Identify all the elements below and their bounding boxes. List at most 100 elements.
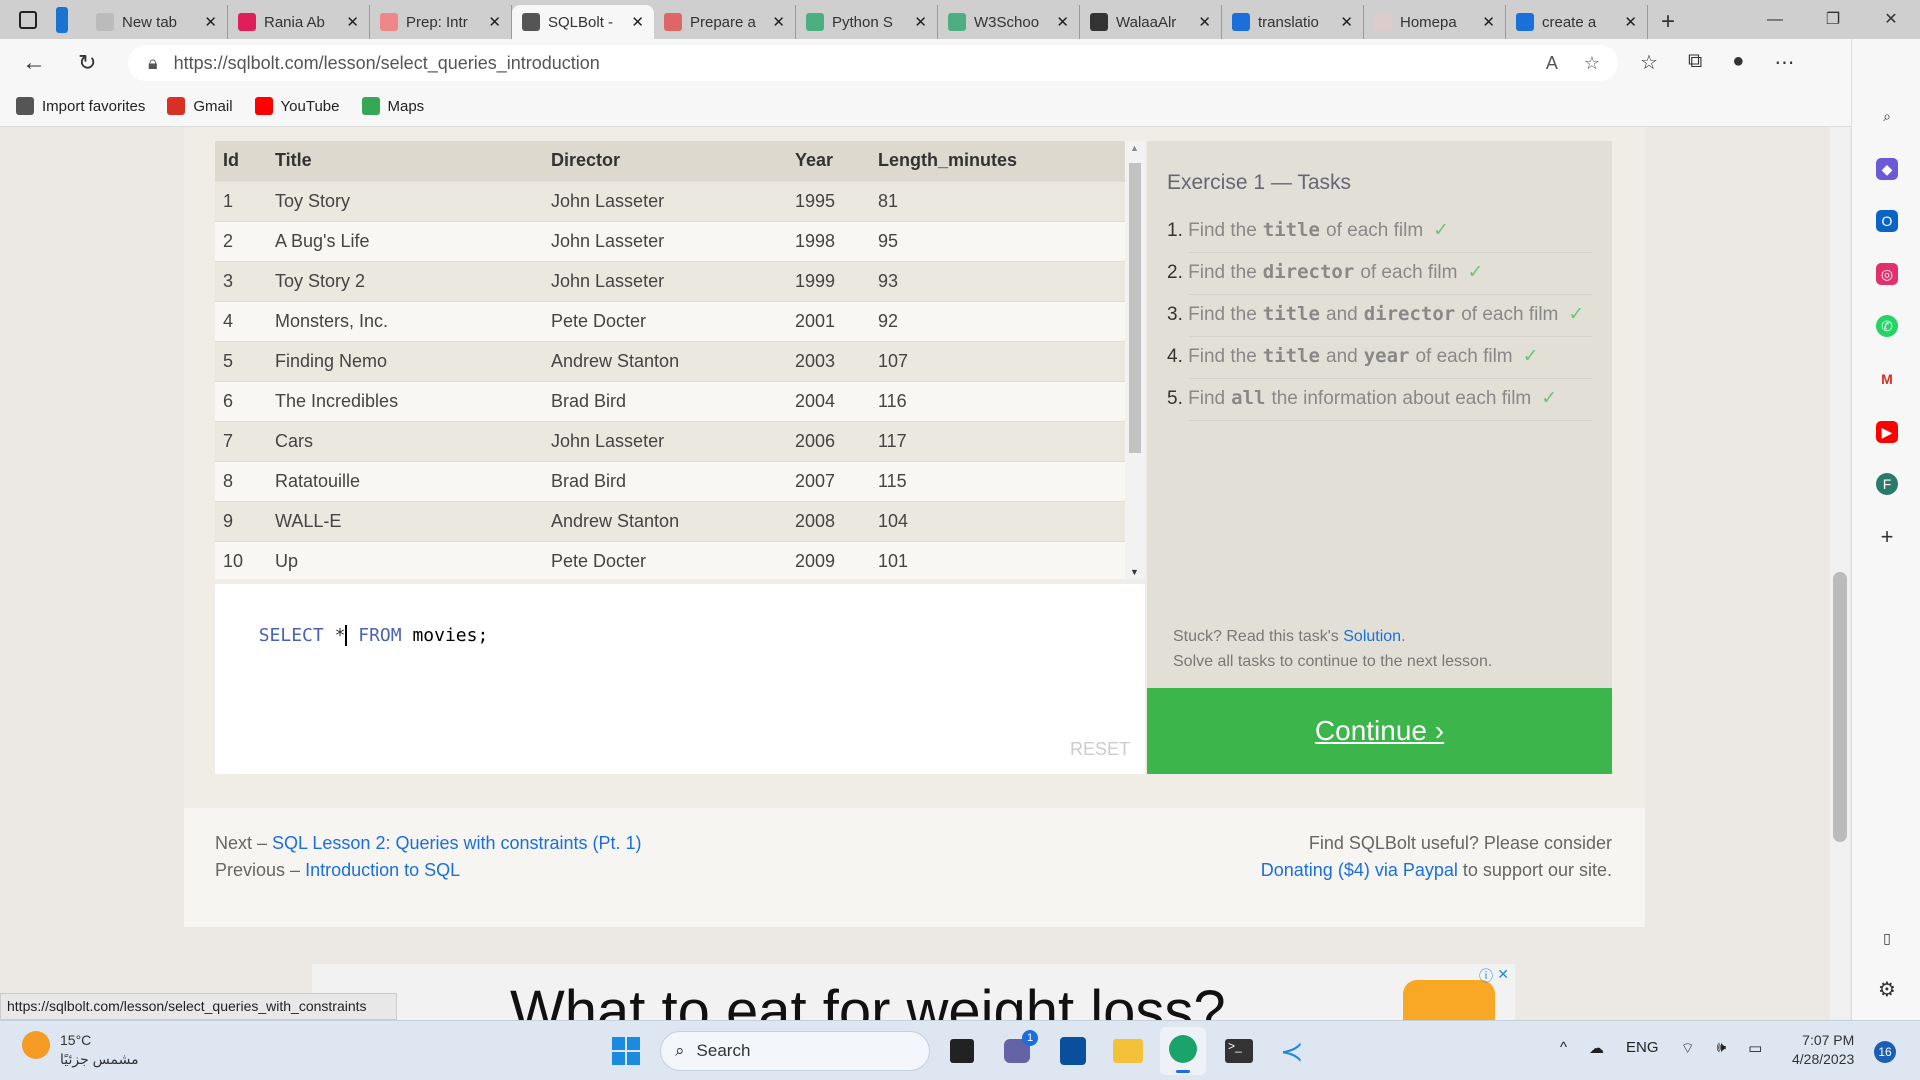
tab[interactable]: SQLBolt - ✕ (512, 5, 654, 39)
tab[interactable]: create a ✕ (1506, 5, 1648, 39)
page-scrollbar[interactable] (1830, 127, 1850, 1020)
onedrive-icon[interactable]: ☁ (1589, 1039, 1604, 1058)
address-bar[interactable]: 🔒︎ https://sqlbolt.com/lesson/select_que… (128, 45, 1618, 81)
favorite-maps[interactable]: Maps (361, 97, 424, 115)
date: 4/28/2023 (1792, 1051, 1855, 1067)
donate-link[interactable]: Donating ($4) via Paypal (1261, 860, 1458, 880)
language-indicator[interactable]: ENG (1626, 1039, 1659, 1058)
sql-editor[interactable]: SELECT * FROM movies; RESET (215, 584, 1145, 774)
battery-icon[interactable]: ▭ (1748, 1039, 1762, 1058)
close-tab-icon[interactable]: ✕ (204, 13, 217, 31)
temperature: 15°C (60, 1032, 92, 1048)
continue-button[interactable]: Continue › (1147, 688, 1612, 774)
weather-widget[interactable]: 15°C مشمس جزئيًا (22, 1031, 139, 1069)
notification-badge[interactable]: 16 (1874, 1041, 1896, 1063)
instagram-icon[interactable]: ◎ (1876, 263, 1898, 285)
tab[interactable]: translatio ✕ (1222, 5, 1364, 39)
volume-icon[interactable]: 🕪︎ (1717, 1039, 1726, 1058)
tab[interactable]: New tab ✕ (86, 5, 228, 39)
task-text: of each film (1326, 220, 1424, 241)
ad-close-icon[interactable]: ✕ (1497, 966, 1509, 983)
collections-icon[interactable]: ⧉ (1688, 50, 1702, 75)
search-icon[interactable]: ⌕ (1876, 105, 1898, 127)
tab-actions-icon[interactable] (0, 0, 56, 39)
taskbar-search[interactable]: ⌕ Search (660, 1031, 930, 1071)
close-tab-icon[interactable]: ✕ (1624, 13, 1637, 31)
gmail-icon[interactable]: M (1876, 368, 1898, 390)
tasks-title: Exercise 1 — Tasks (1167, 171, 1352, 194)
minimize-button[interactable]: — (1746, 0, 1804, 39)
checkmark-icon: ✓ (1433, 220, 1450, 241)
table-cell: Andrew Stanton (543, 500, 787, 541)
next-lesson-link[interactable]: SQL Lesson 2: Queries with constraints (… (272, 833, 642, 853)
clock[interactable]: 7:07 PM 4/28/2023 (1792, 1031, 1854, 1069)
refresh-icon[interactable]: ↻ (78, 50, 96, 76)
close-tab-icon[interactable]: ✕ (488, 13, 501, 31)
file-explorer-icon[interactable] (1113, 1039, 1143, 1063)
keyword-select: SELECT (258, 625, 324, 646)
maps-icon (361, 97, 380, 115)
table-row: 5 Finding Nemo Andrew Stanton 2003 107 (215, 340, 1125, 381)
outlook-icon[interactable]: O (1876, 210, 1898, 232)
store-icon[interactable] (1060, 1037, 1086, 1065)
close-tab-icon[interactable]: ✕ (772, 13, 785, 31)
terminal-icon[interactable]: >_ (1225, 1039, 1253, 1063)
teams-icon[interactable]: 1 (1004, 1030, 1038, 1063)
start-button[interactable] (612, 1037, 640, 1065)
close-tab-icon[interactable]: ✕ (1198, 13, 1211, 31)
close-tab-icon[interactable]: ✕ (914, 13, 927, 31)
task-text: of each film (1360, 262, 1458, 283)
back-icon[interactable]: ← (22, 49, 46, 77)
restore-button[interactable]: ❐ (1804, 0, 1862, 39)
favorites-icon[interactable]: ☆ (1640, 50, 1658, 75)
f-app-icon[interactable]: F (1876, 473, 1898, 495)
tab[interactable]: Python S ✕ (796, 5, 938, 39)
tab[interactable]: W3Schoo ✕ (938, 5, 1080, 39)
favorite-import-favorites[interactable]: Import favorites (16, 97, 145, 115)
vscode-icon[interactable]: ≺ (1280, 1035, 1303, 1068)
workspaces-icon[interactable] (56, 0, 86, 39)
tab[interactable]: Homepa ✕ (1364, 5, 1506, 39)
favorite-gmail[interactable]: Gmail (167, 97, 233, 115)
copilot-icon[interactable]: ◆ (1876, 158, 1898, 180)
youtube-icon[interactable]: ▶ (1876, 421, 1898, 443)
tab[interactable]: WalaaAlr ✕ (1080, 5, 1222, 39)
close-tab-icon[interactable]: ✕ (1482, 13, 1495, 31)
close-tab-icon[interactable]: ✕ (1340, 13, 1353, 31)
task-text: Find the (1188, 304, 1257, 325)
close-tab-icon[interactable]: ✕ (631, 13, 644, 31)
advertisement[interactable]: What to eat for weight loss? ⓘ ✕ (312, 964, 1515, 1020)
task-number: 4. (1167, 346, 1183, 367)
tab[interactable]: Prepare a ✕ (654, 5, 796, 39)
ad-info-icon[interactable]: ⓘ (1479, 966, 1493, 986)
reset-button[interactable]: RESET (1070, 739, 1130, 760)
add-favorite-icon[interactable]: ☆ (1584, 53, 1600, 74)
new-tab-button[interactable]: + (1648, 5, 1688, 39)
settings-icon[interactable]: ⚙ (1876, 979, 1898, 1001)
tab[interactable]: Prep: Intr ✕ (370, 5, 512, 39)
sidebar-toggle-icon[interactable]: ▯ (1876, 927, 1898, 949)
read-aloud-icon[interactable]: A (1546, 53, 1558, 74)
more-icon[interactable]: ⋯ (1774, 50, 1794, 75)
results-scrollbar[interactable]: ▲ ▼ (1125, 141, 1145, 579)
show-hidden-icons[interactable]: ^ (1560, 1039, 1567, 1058)
close-tab-icon[interactable]: ✕ (1056, 13, 1069, 31)
table-cell: Cars (267, 420, 543, 461)
star: * (334, 625, 348, 646)
table-cell: Pete Docter (543, 540, 787, 579)
task-view-icon[interactable] (950, 1039, 974, 1063)
add-icon[interactable]: + (1876, 526, 1898, 548)
favorite-youtube[interactable]: YouTube (254, 97, 340, 115)
profile-icon[interactable]: ● (1732, 50, 1744, 75)
task-code: director (1363, 303, 1456, 325)
table-row: 10 Up Pete Docter 2009 101 (215, 540, 1125, 579)
whatsapp-icon[interactable]: ✆ (1876, 315, 1898, 337)
table-cell: 2006 (787, 420, 870, 461)
previous-lesson-link[interactable]: Introduction to SQL (305, 860, 460, 880)
solution-link[interactable]: Solution (1343, 628, 1401, 645)
close-window-button[interactable]: ✕ (1862, 0, 1920, 39)
close-tab-icon[interactable]: ✕ (346, 13, 359, 31)
tab[interactable]: Rania Ab ✕ (228, 5, 370, 39)
edge-icon[interactable] (1160, 1027, 1206, 1075)
wifi-icon[interactable]: ⌔ (1681, 1039, 1695, 1058)
